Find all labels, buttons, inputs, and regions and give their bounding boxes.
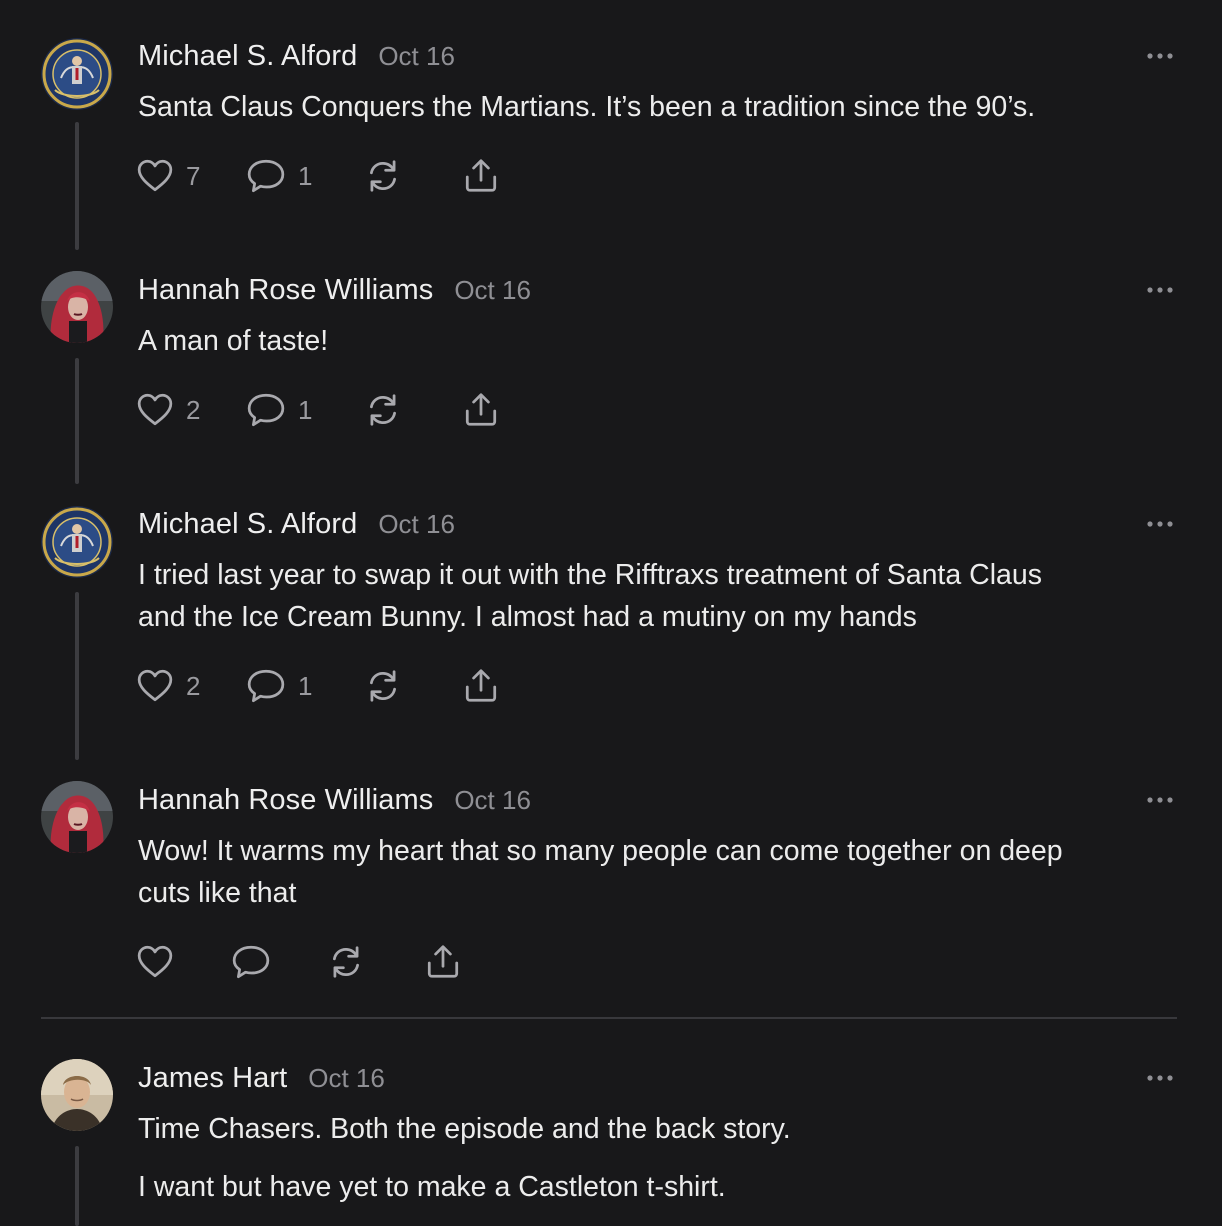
like-button[interactable]: 7	[136, 156, 200, 196]
comment-text-line-1: I tried last year to swap it out with th…	[138, 559, 1042, 591]
reply-button[interactable]: 1	[246, 390, 312, 430]
more-dots-icon[interactable]	[1146, 51, 1174, 61]
comment-text-line-2: and the Ice Cream Bunny. I almost had a …	[138, 601, 917, 633]
more-dots-icon[interactable]	[1146, 795, 1174, 805]
more-dots-icon[interactable]	[1146, 519, 1174, 529]
comment-header: Michael S. Alford Oct 16	[138, 40, 455, 73]
share-button[interactable]	[462, 390, 500, 430]
restack-button[interactable]	[364, 156, 402, 196]
thread-line	[75, 122, 79, 250]
comment-text: Santa Claus Conquers the Martians. It’s …	[138, 91, 1036, 123]
thread-line	[75, 592, 79, 760]
comment-date[interactable]: Oct 16	[308, 1063, 385, 1094]
avatar[interactable]	[41, 1059, 113, 1131]
like-button[interactable]: 2	[136, 390, 200, 430]
share-upload-icon	[462, 391, 500, 429]
more-dots-icon[interactable]	[1146, 1073, 1174, 1083]
author-name[interactable]: Hannah Rose Williams	[138, 784, 433, 817]
heart-icon	[136, 943, 174, 981]
share-upload-icon	[462, 667, 500, 705]
avatar[interactable]	[41, 781, 113, 853]
reply-count: 1	[298, 160, 313, 191]
thread-line	[75, 358, 79, 484]
restack-arrows-icon	[364, 157, 402, 195]
reply-count: 1	[298, 670, 313, 701]
share-button[interactable]	[462, 156, 500, 196]
more-dots-icon[interactable]	[1146, 285, 1174, 295]
reply-button[interactable]: 1	[246, 156, 312, 196]
thread-divider	[41, 1017, 1177, 1019]
author-name[interactable]: Hannah Rose Williams	[138, 274, 433, 307]
avatar[interactable]	[41, 271, 113, 343]
like-count: 7	[186, 160, 201, 191]
heart-icon	[136, 667, 174, 705]
avatar[interactable]	[41, 38, 113, 110]
avatar[interactable]	[41, 506, 113, 578]
comment-header: Michael S. Alford Oct 16	[138, 508, 455, 541]
heart-icon	[136, 391, 174, 429]
thread-line	[75, 1146, 79, 1226]
comment-bubble-icon	[246, 157, 286, 195]
comment-header: James Hart Oct 16	[138, 1062, 385, 1095]
reply-button[interactable]: 1	[246, 666, 312, 706]
like-count: 2	[186, 670, 201, 701]
comment-bubble-icon	[246, 391, 286, 429]
comment-bubble-icon	[246, 667, 286, 705]
like-button[interactable]	[136, 942, 174, 982]
comment-date[interactable]: Oct 16	[454, 785, 531, 816]
comment-text-paragraph-2: I want but have yet to make a Castleton …	[138, 1171, 726, 1203]
restack-arrows-icon	[364, 391, 402, 429]
comment-header: Hannah Rose Williams Oct 16	[138, 784, 531, 817]
share-upload-icon	[462, 157, 500, 195]
reply-button[interactable]	[231, 942, 271, 982]
comment-text-line-1: Wow! It warms my heart that so many peop…	[138, 835, 1063, 867]
author-name[interactable]: James Hart	[138, 1062, 287, 1095]
heart-icon	[136, 157, 174, 195]
comment-text-line-2: cuts like that	[138, 877, 297, 909]
comment-bubble-icon	[231, 943, 271, 981]
like-button[interactable]: 2	[136, 666, 200, 706]
restack-button[interactable]	[327, 942, 365, 982]
comment-header: Hannah Rose Williams Oct 16	[138, 274, 531, 307]
restack-button[interactable]	[364, 666, 402, 706]
comment-text-paragraph-1: Time Chasers. Both the episode and the b…	[138, 1113, 791, 1145]
comment-date[interactable]: Oct 16	[378, 41, 455, 72]
restack-arrows-icon	[364, 667, 402, 705]
comment-date[interactable]: Oct 16	[454, 275, 531, 306]
like-count: 2	[186, 394, 201, 425]
author-name[interactable]: Michael S. Alford	[138, 40, 357, 73]
reply-count: 1	[298, 394, 313, 425]
author-name[interactable]: Michael S. Alford	[138, 508, 357, 541]
comment-date[interactable]: Oct 16	[378, 509, 455, 540]
restack-arrows-icon	[327, 943, 365, 981]
restack-button[interactable]	[364, 390, 402, 430]
comment-text: A man of taste!	[138, 325, 329, 357]
share-upload-icon	[424, 943, 462, 981]
share-button[interactable]	[424, 942, 462, 982]
share-button[interactable]	[462, 666, 500, 706]
